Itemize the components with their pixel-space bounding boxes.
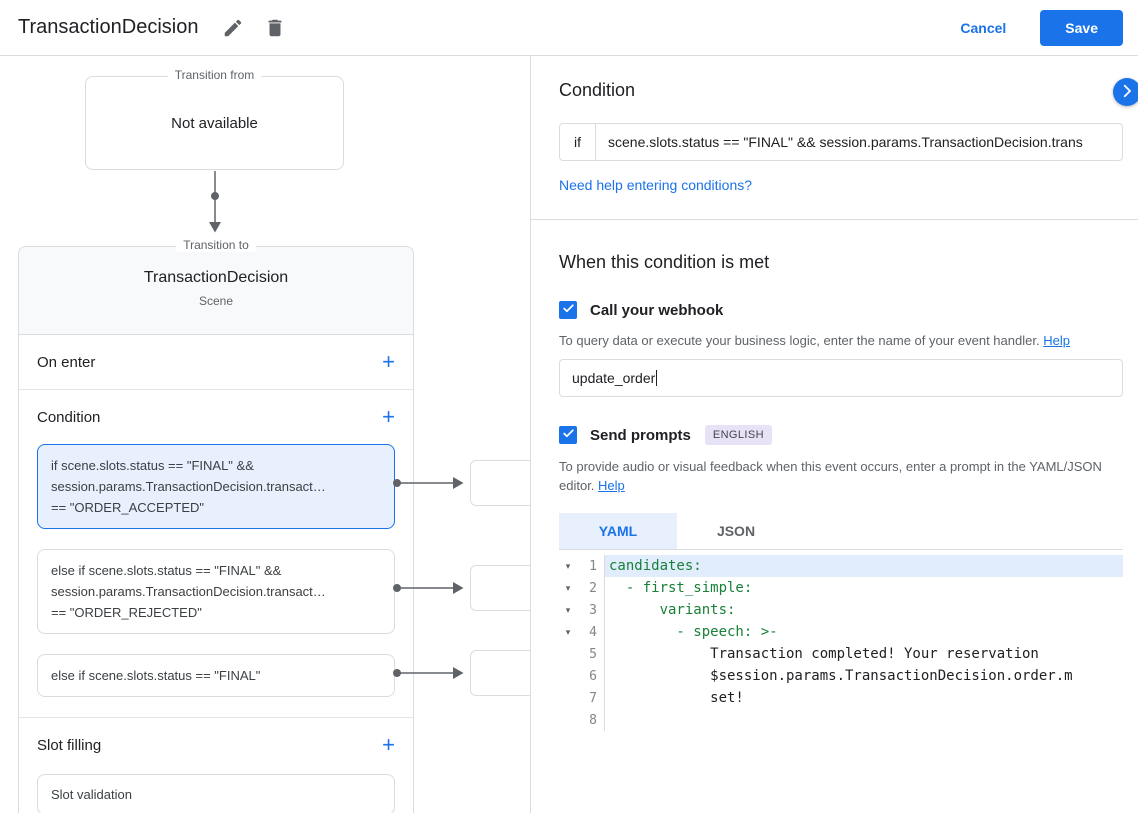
condition-card[interactable]: if scene.slots.status == "FINAL" && sess… [37, 444, 395, 529]
code-line: Transaction completed! Your reservation [609, 646, 1039, 662]
code-line: set! [609, 690, 744, 706]
line-number: 6 [589, 668, 597, 684]
condition-expression-value[interactable]: scene.slots.status == "FINAL" && session… [596, 124, 1122, 160]
add-slot-button[interactable]: + [382, 734, 395, 756]
webhook-description: To query data or execute your business l… [559, 331, 1122, 350]
condition-text: session.params.TransactionDecision.trans… [51, 479, 326, 494]
line-number: 5 [589, 646, 597, 662]
webhook-handler-input[interactable]: update_order [559, 359, 1123, 397]
line-number: 2 [589, 580, 597, 596]
webhook-handler-value: update_order [572, 370, 656, 386]
collapse-line-icon[interactable]: ▾ [559, 561, 577, 572]
code-line: variants: [609, 602, 736, 618]
editor-code-area[interactable]: candidates: - first_simple: variants: - … [605, 555, 1123, 731]
transition-from-label: Transition from [167, 68, 262, 82]
add-condition-button[interactable]: + [382, 406, 395, 428]
app-header: TransactionDecision Cancel Save [0, 0, 1138, 56]
condition-card[interactable]: else if scene.slots.status == "FINAL" [37, 654, 395, 697]
scene-type: Scene [198, 294, 234, 308]
save-button[interactable]: Save [1040, 9, 1123, 46]
webhook-help-link[interactable]: Help [1043, 333, 1070, 348]
transition-to-label: Transition to [176, 238, 256, 252]
send-prompts-checkbox[interactable] [559, 426, 577, 444]
collapse-line-icon[interactable]: ▾ [559, 583, 577, 594]
add-on-enter-button[interactable]: + [382, 351, 395, 373]
chevron-right-icon [1118, 82, 1136, 103]
slot-validation-card[interactable]: Slot validation [37, 774, 395, 813]
code-line: - speech: >- [609, 624, 778, 640]
line-number: 7 [589, 690, 597, 706]
condition-editor-panel: Condition if scene.slots.status == "FINA… [530, 56, 1138, 813]
collapse-panel-button[interactable] [1113, 78, 1138, 106]
condition-card[interactable]: else if scene.slots.status == "FINAL" &&… [37, 549, 395, 634]
transition-target-node[interactable] [470, 650, 530, 696]
if-prefix: if [560, 124, 596, 160]
line-number: 4 [589, 624, 597, 640]
page-title: TransactionDecision [18, 16, 199, 38]
transition-target-node[interactable] [470, 565, 530, 611]
prompts-description-text: To provide audio or visual feedback when… [559, 459, 1102, 493]
condition-text: else if scene.slots.status == "FINAL" [51, 668, 261, 683]
collapse-line-icon[interactable]: ▾ [559, 605, 577, 616]
tab-yaml[interactable]: YAML [559, 513, 677, 549]
language-badge: ENGLISH [704, 425, 772, 445]
code-line: - first_simple: [609, 580, 753, 596]
text-caret [656, 370, 658, 386]
webhook-label: Call your webhook [590, 301, 724, 319]
scene-diagram: Transition from Not available Transition… [0, 56, 530, 813]
slot-filling-label: Slot filling [37, 736, 102, 754]
conditions-help-link[interactable]: Need help entering conditions? [559, 177, 752, 193]
pencil-icon [222, 17, 244, 39]
prompts-description: To provide audio or visual feedback when… [559, 457, 1122, 495]
line-number: 8 [589, 712, 597, 728]
check-icon [562, 427, 575, 443]
when-condition-met-title: When this condition is met [559, 252, 770, 272]
panel-divider [531, 219, 1138, 220]
edit-scene-button[interactable] [218, 13, 248, 43]
condition-text: else if scene.slots.status == "FINAL" && [51, 563, 282, 578]
transition-from-node: Transition from Not available [85, 68, 344, 170]
webhook-description-text: To query data or execute your business l… [559, 333, 1040, 348]
transition-from-content: Not available [171, 114, 258, 132]
prompts-help-link[interactable]: Help [598, 478, 625, 493]
send-prompts-label: Send prompts [590, 426, 691, 444]
condition-expression-field[interactable]: if scene.slots.status == "FINAL" && sess… [559, 123, 1123, 161]
transition-to-node: Transition to TransactionDecision Scene … [18, 238, 414, 813]
transition-target-node[interactable] [470, 460, 530, 506]
webhook-check-row: Call your webhook [559, 301, 1122, 319]
panel-title: Condition [559, 80, 636, 100]
webhook-checkbox[interactable] [559, 301, 577, 319]
condition-text: session.params.TransactionDecision.trans… [51, 584, 326, 599]
code-line: candidates: [605, 555, 1123, 577]
trash-icon [264, 17, 286, 39]
condition-text: == "ORDER_REJECTED" [51, 605, 202, 620]
condition-text: if scene.slots.status == "FINAL" && [51, 458, 254, 473]
line-number: 1 [589, 558, 597, 574]
condition-text: == "ORDER_ACCEPTED" [51, 500, 204, 515]
scene-name: TransactionDecision [143, 269, 289, 286]
collapse-line-icon[interactable]: ▾ [559, 627, 577, 638]
on-enter-row: On enter + [19, 335, 413, 389]
prompts-check-row: Send prompts ENGLISH [559, 425, 1122, 445]
check-icon [562, 302, 575, 318]
code-line: $session.params.TransactionDecision.orde… [609, 668, 1073, 684]
editor-tabs: YAML JSON [559, 513, 1123, 550]
condition-section-label: Condition [37, 408, 101, 426]
tab-json[interactable]: JSON [677, 513, 795, 549]
on-enter-label: On enter [37, 353, 96, 371]
slot-filling-row: Slot filling + [19, 718, 413, 772]
delete-scene-button[interactable] [260, 13, 290, 43]
line-number: 3 [589, 602, 597, 618]
cancel-button[interactable]: Cancel [960, 20, 1006, 36]
scene-card-header[interactable]: TransactionDecision Scene [19, 247, 413, 335]
condition-row: Condition + [19, 390, 413, 444]
yaml-code-editor[interactable]: ▾ 1 ▾ 2 ▾ 3 ▾ 4 5 6 7 8 candidates: - first_… [559, 550, 1123, 731]
editor-gutter: ▾ 1 ▾ 2 ▾ 3 ▾ 4 5 6 7 8 [559, 555, 605, 731]
